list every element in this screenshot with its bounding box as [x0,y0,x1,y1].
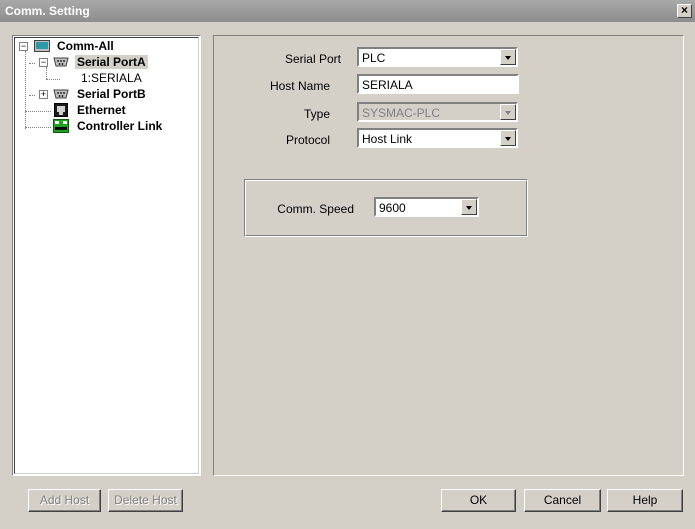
tree-item-label: Serial PortB [77,87,146,101]
tree-line [25,127,51,128]
host-name-label: Host Name [269,79,330,93]
protocol-select[interactable]: Host Link [357,128,518,148]
tree-item-controller-link[interactable]: Controller Link [75,118,164,134]
comm-setting-window: Comm. Setting × − Comm-All − Serial Port… [0,0,695,529]
tree-item-seriala[interactable]: 1:SERIALA [79,70,144,86]
tree-item-label: Comm-All [57,39,114,53]
tree-content: − Comm-All − Serial PortA 1:SERIALA + Se… [14,37,199,474]
type-label: Type [303,107,330,121]
comm-speed-label: Comm. Speed [277,202,354,216]
tree-line [46,79,60,80]
collapse-icon[interactable]: − [19,42,28,51]
protocol-value: Host Link [362,132,413,146]
tree-item-label: Serial PortA [75,55,148,69]
serial-port-icon [53,89,69,99]
tree-item-label: Ethernet [77,103,126,117]
host-name-value: SERIALA [362,78,413,92]
serial-port-select[interactable]: PLC [357,47,518,67]
tree-item-label: Controller Link [77,119,163,133]
tree-line [25,111,51,112]
tree-line [29,63,35,64]
dropdown-arrow-icon [500,104,516,120]
protocol-label: Protocol [285,133,330,147]
type-select: SYSMAC-PLC [357,102,518,122]
collapse-icon[interactable]: − [39,58,48,67]
cancel-button[interactable]: Cancel [524,489,601,512]
dropdown-arrow-icon[interactable] [500,130,516,146]
expand-icon[interactable]: + [39,90,48,99]
serial-port-label: Serial Port [284,52,341,66]
tree-item-comm-all[interactable]: Comm-All [55,38,116,54]
dropdown-arrow-icon[interactable] [461,199,477,215]
tree-line [46,67,47,79]
connection-tree[interactable]: − Comm-All − Serial PortA 1:SERIALA + Se… [12,35,201,476]
tree-line [25,51,26,129]
monitor-icon [34,40,50,52]
serial-port-value: PLC [362,51,386,65]
tree-item-serial-portb[interactable]: Serial PortB [75,86,148,102]
title-bar[interactable]: Comm. Setting × [0,0,695,22]
tree-item-serial-porta[interactable]: Serial PortA [75,54,148,70]
dropdown-arrow-icon[interactable] [500,49,516,65]
ethernet-icon [54,103,68,117]
comm-speed-select[interactable]: 9600 [374,197,479,217]
tree-line [29,95,35,96]
help-button[interactable]: Help [607,489,683,512]
serial-port-icon [53,57,69,67]
window-title: Comm. Setting [5,4,90,18]
tree-item-ethernet[interactable]: Ethernet [75,102,128,118]
controller-link-icon [53,119,69,133]
host-name-input[interactable]: SERIALA [357,74,519,94]
ok-button[interactable]: OK [441,489,516,512]
close-button[interactable]: × [677,4,692,18]
add-host-button[interactable]: Add Host [28,489,101,512]
type-value: SYSMAC-PLC [362,106,441,120]
delete-host-button[interactable]: Delete Host [108,489,183,512]
tree-item-label: 1:SERIALA [81,71,142,85]
comm-speed-value: 9600 [379,201,406,215]
